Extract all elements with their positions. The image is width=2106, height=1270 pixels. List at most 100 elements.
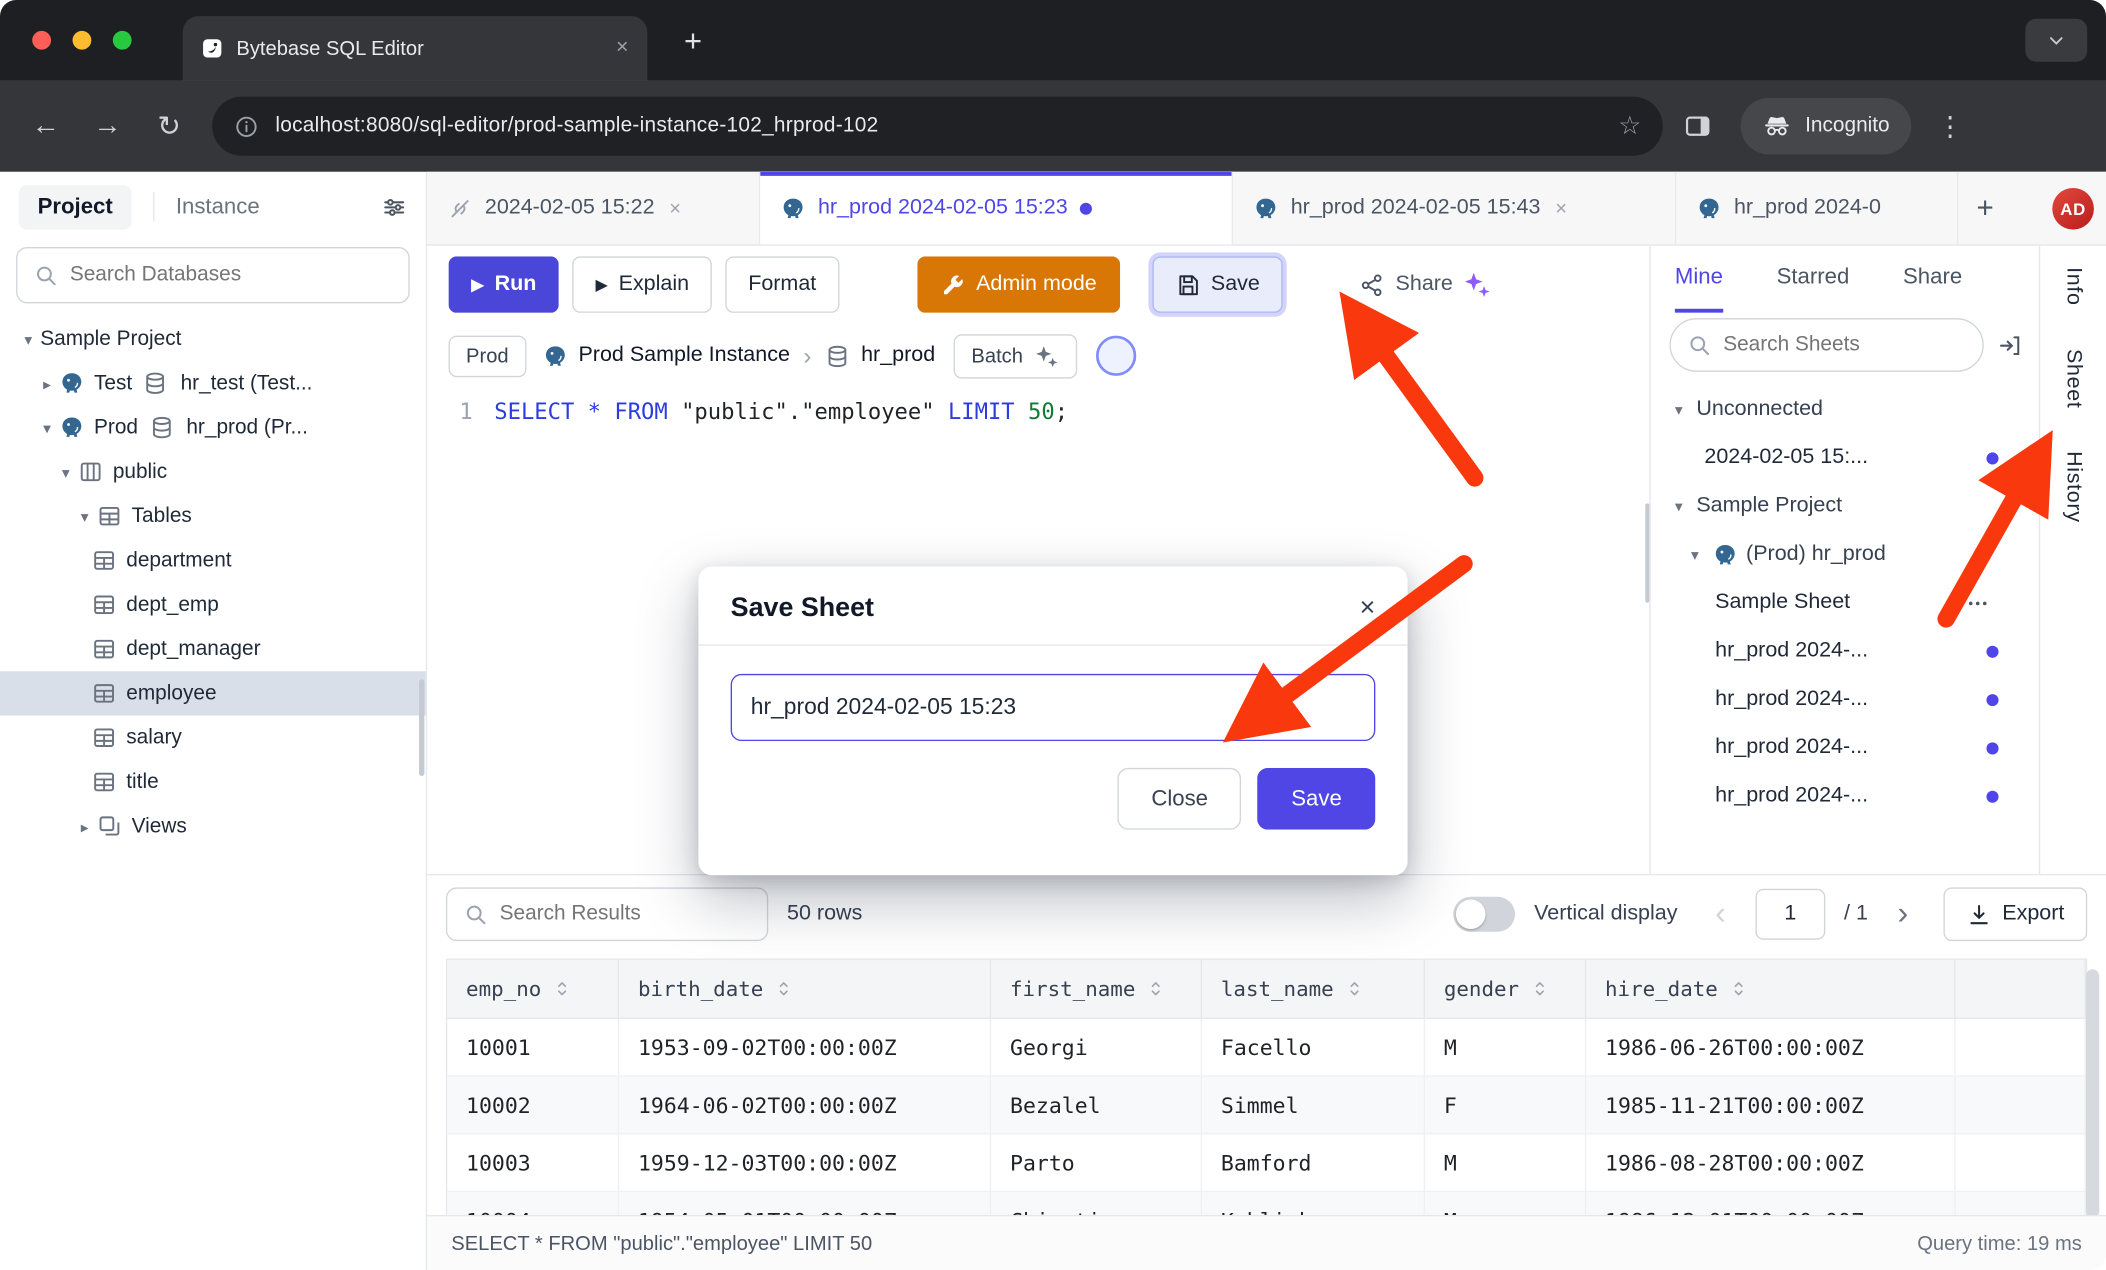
tree-item[interactable]: employee	[0, 671, 426, 715]
tree-item[interactable]: ▸Views	[0, 804, 426, 848]
tab-instance[interactable]: Instance	[176, 194, 260, 220]
database-search-input[interactable]	[70, 263, 392, 287]
strip-tab-info[interactable]: Info	[2061, 267, 2085, 306]
caret-icon[interactable]: ▾	[1691, 545, 1712, 564]
sheet-search[interactable]	[1669, 318, 1983, 372]
export-button[interactable]: Export	[1943, 887, 2087, 941]
query-tab[interactable]: 2024-02-05 15:22×	[427, 172, 760, 244]
tree-item[interactable]: dept_emp	[0, 583, 426, 627]
results-search[interactable]	[446, 887, 768, 941]
share-button[interactable]: Share	[1336, 256, 1462, 312]
dialog-save-button[interactable]: Save	[1258, 768, 1376, 830]
strip-tab-history[interactable]: History	[2061, 451, 2085, 523]
sheet-group[interactable]: ▾(Prod) hr_prod	[1651, 530, 2039, 578]
window-minimize-button[interactable]	[73, 31, 92, 50]
tab-close-icon[interactable]: ×	[669, 197, 681, 220]
column-header[interactable]: emp_no	[447, 960, 619, 1019]
window-close-button[interactable]	[32, 31, 51, 50]
tab-mine[interactable]: Mine	[1675, 246, 1723, 313]
sidebar-scrollbar[interactable]	[419, 679, 424, 776]
tab-project[interactable]: Project	[19, 185, 132, 229]
site-info-icon[interactable]	[234, 113, 260, 139]
tree-item[interactable]: ▾Sample Project	[0, 317, 426, 361]
caret-icon[interactable]: ▸	[73, 817, 97, 836]
user-avatar[interactable]: AD	[2052, 188, 2094, 230]
caret-icon[interactable]: ▾	[35, 418, 59, 437]
tree-item[interactable]: ▾public	[0, 450, 426, 494]
address-bar[interactable]: localhost:8080/sql-editor/prod-sample-in…	[212, 97, 1663, 156]
sheet-item[interactable]: hr_prod 2024-...	[1651, 724, 2039, 772]
tree-item[interactable]: ▸Testhr_test (Test...	[0, 361, 426, 405]
prev-page-button[interactable]: ‹	[1704, 895, 1736, 933]
caret-icon[interactable]: ▾	[16, 330, 40, 349]
results-scrollbar[interactable]	[2086, 969, 2099, 1215]
back-button[interactable]: ←	[19, 99, 73, 153]
tree-item[interactable]: salary	[0, 716, 426, 760]
sparkles-ai-icon[interactable]	[1462, 270, 1492, 300]
run-button[interactable]: ▶ Run	[449, 256, 560, 312]
bookmark-star-icon[interactable]: ☆	[1618, 111, 1641, 142]
new-tab-button[interactable]: +	[672, 19, 715, 62]
admin-mode-button[interactable]: Admin mode	[917, 256, 1120, 312]
browser-tab[interactable]: Bytebase SQL Editor ×	[183, 16, 648, 80]
window-zoom-button[interactable]	[113, 31, 132, 50]
dialog-close-button[interactable]: Close	[1118, 768, 1242, 830]
dialog-close-icon[interactable]: ×	[1360, 593, 1376, 624]
sheet-item[interactable]: hr_prod 2024-...	[1651, 772, 2039, 820]
tree-item[interactable]: ▾Tables	[0, 494, 426, 538]
save-button[interactable]: Save	[1152, 256, 1283, 312]
sheet-group[interactable]: ▾Sample Project	[1651, 482, 2039, 530]
column-header[interactable]: hire_date	[1586, 960, 1955, 1019]
side-panel-button[interactable]	[1671, 99, 1725, 153]
column-header[interactable]: first_name	[991, 960, 1202, 1019]
collapse-panel-icon[interactable]	[1997, 332, 2023, 358]
query-tab[interactable]: hr_prod 2024-02-05 15:23	[760, 172, 1233, 244]
results-search-input[interactable]	[500, 902, 751, 926]
column-header[interactable]: gender	[1425, 960, 1586, 1019]
filter-settings-icon[interactable]	[381, 194, 407, 220]
forward-button[interactable]: →	[81, 99, 135, 153]
tree-item[interactable]: ▾Prodhr_prod (Pr...	[0, 405, 426, 449]
tab-starred[interactable]: Starred	[1777, 246, 1850, 313]
panel-resize-handle[interactable]	[1645, 503, 1649, 602]
tab-shared[interactable]: Share	[1903, 246, 1962, 313]
strip-tab-sheet[interactable]: Sheet	[2061, 349, 2085, 408]
tree-item[interactable]: title	[0, 760, 426, 804]
reload-button[interactable]: ↻	[142, 99, 196, 153]
caret-icon[interactable]: ▾	[73, 507, 97, 526]
caret-icon[interactable]: ▾	[54, 462, 78, 481]
tab-list-button[interactable]	[2025, 19, 2087, 62]
sheet-group[interactable]: ▾Unconnected	[1651, 385, 2039, 433]
sheet-name-input[interactable]	[731, 674, 1376, 741]
tree-item[interactable]: dept_manager	[0, 627, 426, 671]
sheet-item[interactable]: hr_prod 2024-...	[1651, 627, 2039, 675]
column-header[interactable]: birth_date	[619, 960, 991, 1019]
caret-icon[interactable]: ▾	[1675, 400, 1696, 419]
tab-close-icon[interactable]: ×	[1555, 197, 1567, 220]
column-header[interactable]: last_name	[1202, 960, 1425, 1019]
database-crumb[interactable]: hr_prod	[825, 343, 935, 369]
tree-item[interactable]: department	[0, 538, 426, 582]
batch-button[interactable]: Batch	[954, 334, 1077, 378]
database-search[interactable]	[16, 247, 410, 303]
new-query-tab-button[interactable]: +	[1958, 172, 2012, 244]
browser-menu-button[interactable]: ⋮	[1927, 109, 1973, 143]
instance-crumb[interactable]: Prod Sample Instance	[542, 343, 790, 369]
ai-assistant-button[interactable]	[1095, 336, 1135, 376]
explain-button[interactable]: ▶ Explain	[573, 256, 712, 312]
more-actions-icon[interactable]	[1965, 590, 1991, 616]
next-page-button[interactable]: ›	[1887, 895, 1919, 933]
sheet-item[interactable]: hr_prod 2024-...	[1651, 675, 2039, 723]
tab-close-icon[interactable]: ×	[616, 36, 629, 60]
sheet-item[interactable]: Sample Sheet	[1651, 579, 2039, 627]
sheet-search-input[interactable]	[1723, 333, 1966, 357]
format-button[interactable]: Format	[725, 256, 839, 312]
sheet-item[interactable]: 2024-02-05 15:...	[1651, 434, 2039, 482]
query-tab[interactable]: hr_prod 2024-02-05 15:43×	[1233, 172, 1676, 244]
page-number-input[interactable]	[1755, 889, 1825, 940]
caret-icon[interactable]: ▾	[1675, 497, 1696, 516]
caret-icon[interactable]: ▸	[35, 374, 59, 393]
vertical-display-toggle[interactable]	[1454, 897, 1516, 932]
query-tab[interactable]: hr_prod 2024-0	[1676, 172, 1958, 244]
environment-chip[interactable]: Prod	[449, 335, 526, 377]
